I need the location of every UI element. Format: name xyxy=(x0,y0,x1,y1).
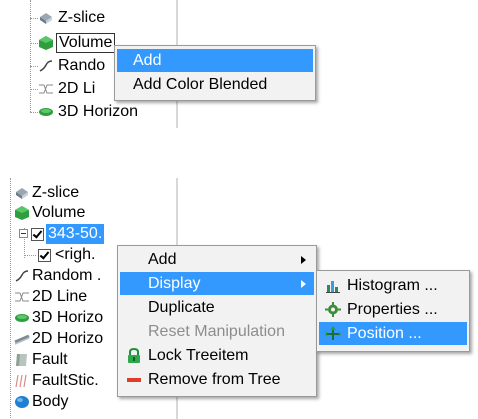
menu-item-add[interactable]: Add xyxy=(120,248,314,271)
3d-horizon-icon xyxy=(39,108,53,116)
tree-guide xyxy=(24,255,36,256)
tree-item-z-slice[interactable]: Z-slice xyxy=(10,183,170,203)
menu-item-label: Properties ... xyxy=(347,301,438,318)
2d-line-icon xyxy=(39,84,53,94)
menu-item-add-color-blended[interactable]: Add Color Blended xyxy=(117,73,313,96)
random-line-icon xyxy=(15,270,29,282)
submenu-arrow-icon xyxy=(301,256,306,264)
tree-guide xyxy=(30,89,38,90)
checkbox-icon[interactable] xyxy=(38,249,51,262)
tree-guide xyxy=(30,112,38,113)
z-slice-icon xyxy=(16,188,28,199)
menu-item-properties[interactable]: Properties ... xyxy=(319,298,467,321)
menu-item-label: Lock Treeitem xyxy=(148,347,249,364)
menu-item-label: Duplicate xyxy=(148,299,215,316)
menu-item-histogram[interactable]: Histogram ... xyxy=(319,274,467,297)
tree-guide xyxy=(30,43,38,44)
remove-icon xyxy=(127,378,141,382)
3d-horizon-icon xyxy=(15,314,29,322)
fault-icon xyxy=(16,354,27,366)
tree-item-label: Random . xyxy=(32,267,102,284)
volume-icon xyxy=(39,36,53,50)
display-submenu: Histogram ... Properties ... Position ..… xyxy=(316,270,470,352)
tree-item-label: 3D Horizo xyxy=(32,309,104,326)
gear-icon xyxy=(325,302,341,317)
faultstick-icon xyxy=(15,374,27,388)
menu-item-label: Position ... xyxy=(347,325,422,342)
tree-item-label: 343-50. xyxy=(46,224,105,244)
top-context-menu: Add Add Color Blended xyxy=(114,45,316,101)
menu-item-label: Display xyxy=(148,275,201,292)
menu-item-position[interactable]: Position ... xyxy=(319,322,467,345)
histogram-icon xyxy=(326,281,340,293)
tree-item-label: 2D Horizo xyxy=(32,330,104,347)
2d-horizon-icon xyxy=(14,334,30,345)
tree-item-label: 2D Line xyxy=(32,288,88,305)
menu-item-label: Reset Manipulation xyxy=(148,323,285,340)
random-line-icon xyxy=(39,60,53,72)
tree-guide xyxy=(30,66,38,67)
tree-item-volume[interactable]: Volume xyxy=(10,203,170,223)
menu-item-label: Add xyxy=(148,251,177,268)
lock-icon xyxy=(128,348,140,363)
2d-line-icon xyxy=(15,292,29,302)
checkbox-icon[interactable] xyxy=(31,228,44,241)
tree-item-label: Fault xyxy=(32,351,68,368)
tree-item-label: Volume xyxy=(56,33,116,53)
tree-item-label: Body xyxy=(32,393,69,410)
tree-item-label: Volume xyxy=(32,204,86,221)
tree-context-menu: Add Display Duplicate Reset Manipulation… xyxy=(117,245,317,397)
menu-item-label: Add Color Blended xyxy=(133,76,268,93)
tree-item-z-slice[interactable]: Z-slice xyxy=(30,8,170,28)
position-icon xyxy=(325,326,341,340)
menu-item-duplicate[interactable]: Duplicate xyxy=(120,296,314,319)
menu-item-remove-from-tree[interactable]: Remove from Tree xyxy=(120,368,314,391)
menu-item-label: Remove from Tree xyxy=(148,371,281,388)
menu-item-display[interactable]: Display xyxy=(120,272,314,295)
tree-item-343-50[interactable]: 343-50. xyxy=(10,224,170,244)
tree-item-label: 3D Horizon xyxy=(58,103,139,120)
collapse-toggle[interactable] xyxy=(19,229,28,238)
volume-icon xyxy=(15,206,29,220)
menu-item-reset-manipulation: Reset Manipulation xyxy=(120,320,314,343)
menu-item-lock-treeitem[interactable]: Lock Treeitem xyxy=(120,344,314,367)
tree-item-label: 2D Li xyxy=(58,80,96,97)
menu-item-label: Histogram ... xyxy=(347,277,438,294)
body-icon xyxy=(15,396,29,408)
menu-item-add[interactable]: Add xyxy=(117,49,313,72)
tree-guide xyxy=(30,18,38,19)
z-slice-icon xyxy=(40,13,52,24)
submenu-arrow-icon xyxy=(301,280,306,288)
tree-item-label: Z-slice xyxy=(32,184,80,201)
menu-item-label: Add xyxy=(133,52,162,69)
tree-item-label: FaultStic. xyxy=(32,372,99,389)
tree-item-3d-horizon[interactable]: 3D Horizon xyxy=(30,102,170,122)
tree-item-label: Z-slice xyxy=(58,9,106,26)
tree-item-label: Rando xyxy=(58,57,106,74)
tree-item-label: <righ. xyxy=(55,246,96,263)
